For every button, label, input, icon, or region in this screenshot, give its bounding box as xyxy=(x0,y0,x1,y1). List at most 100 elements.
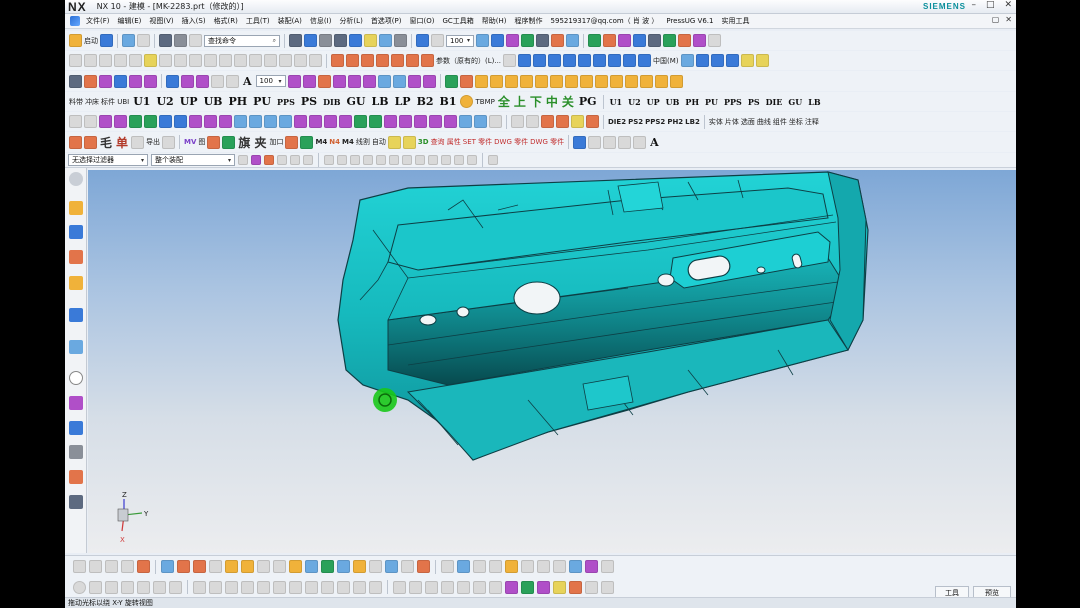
tool-j-icon[interactable] xyxy=(204,115,217,128)
spline-point-icon[interactable] xyxy=(226,74,239,88)
menu-help[interactable]: 帮助(H) xyxy=(478,16,511,26)
table-icon[interactable] xyxy=(69,74,82,88)
system-scene-icon[interactable] xyxy=(69,495,83,509)
subtract-icon[interactable] xyxy=(489,74,503,88)
process-studio-icon[interactable] xyxy=(69,421,83,435)
flag-button[interactable]: 旗 xyxy=(237,134,251,151)
folder-mold-icon[interactable] xyxy=(387,135,401,149)
tool-b-icon[interactable] xyxy=(84,115,97,128)
mirror-icon[interactable] xyxy=(294,54,307,67)
template-icon[interactable] xyxy=(618,34,631,47)
menu-preferences[interactable]: 首选项(P) xyxy=(367,16,406,26)
doc-icon[interactable] xyxy=(476,34,489,47)
lower-button[interactable]: 下 xyxy=(529,93,543,110)
strip-label[interactable]: 料带 xyxy=(69,97,83,107)
tool-ah-icon[interactable] xyxy=(571,115,584,128)
paste-mold-icon[interactable] xyxy=(603,135,617,149)
ph-alt-button[interactable]: PH xyxy=(683,97,701,107)
intersect-body-icon[interactable] xyxy=(504,74,518,88)
wcs-icon[interactable] xyxy=(407,74,421,88)
u1-alt-button[interactable]: U1 xyxy=(608,97,625,107)
dwg-part-button[interactable]: DWG 零件 xyxy=(494,137,528,147)
layers-icon[interactable] xyxy=(491,34,504,47)
tool-i-icon[interactable] xyxy=(189,115,202,128)
tool-ab-icon[interactable] xyxy=(474,115,487,128)
lamp-icon[interactable] xyxy=(755,54,769,67)
fit-icon[interactable] xyxy=(319,34,332,47)
export-button[interactable]: 导出 xyxy=(146,137,160,147)
curve-edit-icon[interactable] xyxy=(503,54,517,67)
tool-g-icon[interactable] xyxy=(159,115,172,128)
scale-select[interactable]: 100 ▾ xyxy=(255,75,286,87)
all-button[interactable]: 全 xyxy=(497,93,511,110)
material-icon[interactable] xyxy=(603,34,616,47)
menu-gc-toolkit[interactable]: GC工具箱 xyxy=(438,16,477,26)
grid-red-icon[interactable] xyxy=(84,74,97,88)
sketch-g-icon[interactable] xyxy=(193,580,206,594)
deselect-icon[interactable] xyxy=(277,155,287,165)
upper-button[interactable]: 上 xyxy=(513,93,527,110)
b2-button[interactable]: B2 xyxy=(415,95,436,108)
cut-icon[interactable] xyxy=(174,34,187,47)
bridge-icon[interactable] xyxy=(189,54,202,67)
pps-alt-button[interactable]: PPS xyxy=(722,97,744,107)
sketch-x-icon[interactable] xyxy=(473,580,486,594)
endpoint-icon[interactable] xyxy=(363,155,373,165)
law-curve-icon[interactable] xyxy=(391,54,404,67)
gu-alt-button[interactable]: GU xyxy=(786,97,804,107)
sketch-n-icon[interactable] xyxy=(305,580,318,594)
surface-u-icon[interactable] xyxy=(401,560,414,573)
sheet-icon[interactable] xyxy=(379,34,392,47)
type-filter-select[interactable]: 无选择过滤器 ▾ xyxy=(68,154,148,166)
groove-icon[interactable] xyxy=(211,74,224,88)
add-edge-button[interactable]: 加口 xyxy=(269,137,283,147)
set-part-button[interactable]: SET 零件 xyxy=(463,137,492,147)
sketch-aa-icon[interactable] xyxy=(521,580,534,594)
tool-l-icon[interactable] xyxy=(234,115,247,128)
tool-s-icon[interactable] xyxy=(339,115,352,128)
extend-icon[interactable] xyxy=(219,54,232,67)
sketch-r-icon[interactable] xyxy=(369,580,382,594)
surface-ad-icon[interactable] xyxy=(553,560,566,573)
tool-a-icon[interactable] xyxy=(69,115,82,128)
filter-solid[interactable]: 实体 xyxy=(709,117,723,127)
view-right-icon[interactable] xyxy=(725,54,739,67)
lasso-icon[interactable] xyxy=(303,155,313,165)
tool-q-icon[interactable] xyxy=(309,115,322,128)
studio-icon[interactable] xyxy=(648,34,661,47)
tool-ag-icon[interactable] xyxy=(556,115,569,128)
tool-c-icon[interactable] xyxy=(99,115,112,128)
revolve-curve-icon[interactable] xyxy=(346,54,359,67)
copy-mold-icon[interactable] xyxy=(588,135,602,149)
isocurve-icon[interactable] xyxy=(421,54,434,67)
trim-icon[interactable] xyxy=(204,54,217,67)
sketch-icon[interactable] xyxy=(69,54,82,67)
shell-icon[interactable] xyxy=(563,54,577,67)
menu-file[interactable]: 文件(F) xyxy=(82,16,114,26)
quadrant-icon[interactable] xyxy=(428,155,438,165)
view-front-icon[interactable] xyxy=(695,54,709,67)
sketch-l-icon[interactable] xyxy=(273,580,286,594)
pu-button[interactable]: PU xyxy=(251,95,273,108)
surface-s-icon[interactable] xyxy=(369,560,382,573)
undo-mold-icon[interactable] xyxy=(618,135,632,149)
sketch-k-icon[interactable] xyxy=(257,580,270,594)
save-icon[interactable] xyxy=(100,34,113,47)
surface-j-icon[interactable] xyxy=(225,560,238,573)
person-icon[interactable] xyxy=(207,135,221,149)
filter-icon[interactable] xyxy=(251,155,261,165)
hide-icon[interactable] xyxy=(332,74,346,88)
brush-icon[interactable] xyxy=(663,34,676,47)
tool-z-icon[interactable] xyxy=(444,115,457,128)
point-on-face-icon[interactable] xyxy=(467,155,477,165)
tool-k-icon[interactable] xyxy=(219,115,232,128)
layer-icon[interactable] xyxy=(289,34,302,47)
move-face-icon[interactable] xyxy=(579,74,593,88)
close-doc-icon[interactable]: ✕ xyxy=(1005,15,1012,24)
sketch-o-icon[interactable] xyxy=(321,580,334,594)
sketch-h-icon[interactable] xyxy=(209,580,222,594)
undo-icon[interactable] xyxy=(122,34,135,47)
arc-icon[interactable] xyxy=(114,54,127,67)
zoom-select[interactable]: 100 ▾ xyxy=(446,34,474,47)
wave-icon[interactable] xyxy=(406,54,419,67)
